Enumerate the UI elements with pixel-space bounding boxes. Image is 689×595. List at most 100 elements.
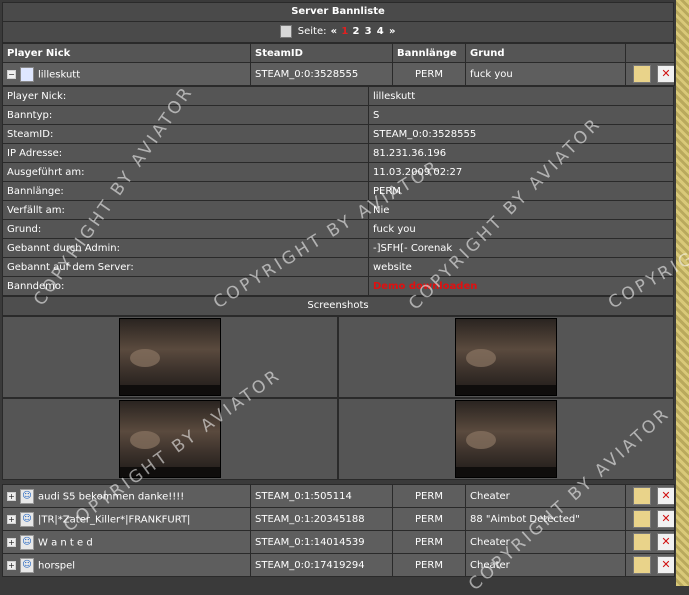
detail-value: lilleskutt	[368, 86, 674, 106]
player-nick: W a n t e d	[38, 537, 93, 548]
pager-current: 1	[341, 26, 349, 37]
detail-row: Grund: fuck you	[2, 219, 674, 239]
detail-label: Bannlänge:	[2, 181, 369, 201]
col-steamid[interactable]: SteamID	[250, 43, 393, 63]
screenshot-thumbnail[interactable]	[455, 318, 557, 396]
delete-icon[interactable]: ✕	[657, 533, 674, 551]
plus-icon[interactable]: +	[7, 560, 16, 570]
game-icon: ☺	[20, 488, 34, 504]
edit-icon[interactable]	[633, 65, 651, 83]
player-icon	[20, 66, 34, 82]
detail-row: Ausgeführt am: 11.03.2009 02:27	[2, 162, 674, 182]
ban-reason: fuck you	[465, 62, 626, 86]
game-icon: ☺	[20, 534, 34, 550]
detail-row: SteamID: STEAM_0:0:3528555	[2, 124, 674, 144]
detail-value: -]SFH[- Corenak	[368, 238, 674, 258]
ban-reason: 88 "Aimbot Detected"	[465, 507, 626, 531]
banlist-panel: Server Bannliste Seite: « 1 2 3 4 » Play…	[2, 2, 675, 577]
screenshots-grid	[2, 316, 674, 480]
detail-row: IP Adresse: 81.231.36.196	[2, 143, 674, 163]
pager-prev[interactable]: «	[331, 26, 337, 37]
col-grund[interactable]: Grund	[465, 43, 626, 63]
col-actions	[625, 43, 675, 63]
edit-icon[interactable]	[633, 556, 651, 574]
detail-label: Banntyp:	[2, 105, 369, 125]
ban-length: PERM	[392, 553, 466, 577]
detail-value: website	[368, 257, 674, 277]
ban-reason: Cheater	[465, 530, 626, 554]
ban-reason: Cheater	[465, 553, 626, 577]
delete-icon[interactable]: ✕	[657, 487, 674, 505]
steamid: STEAM_0:0:17419294	[250, 553, 393, 577]
pager-page-2[interactable]: 2	[352, 26, 359, 37]
steamid: STEAM_0:1:505114	[250, 484, 393, 508]
detail-value: S	[368, 105, 674, 125]
detail-row: Banndemo: Demo downloaden	[2, 276, 674, 296]
detail-row: Gebannt auf dem Server: website	[2, 257, 674, 277]
detail-label: SteamID:	[2, 124, 369, 144]
steamid: STEAM_0:1:20345188	[250, 507, 393, 531]
detail-label: Verfällt am:	[2, 200, 369, 220]
detail-label: Grund:	[2, 219, 369, 239]
page-icon	[279, 24, 292, 38]
minus-icon[interactable]: −	[7, 69, 16, 79]
page-title: Server Bannliste	[2, 2, 674, 22]
ban-length: PERM	[392, 530, 466, 554]
ban-reason: Cheater	[465, 484, 626, 508]
delete-icon[interactable]: ✕	[657, 556, 674, 574]
detail-value: fuck you	[368, 219, 674, 239]
ban-length: PERM	[392, 507, 466, 531]
edit-icon[interactable]	[633, 487, 651, 505]
detail-row: Banntyp: S	[2, 105, 674, 125]
detail-value[interactable]: Demo downloaden	[368, 276, 674, 296]
screenshot-thumbnail[interactable]	[119, 400, 221, 478]
ban-length: PERM	[392, 484, 466, 508]
table-row[interactable]: + ☺ |TR|*Zater_Killer*|FRANKFURT| STEAM_0:1…	[2, 507, 675, 531]
table-row[interactable]: + ☺ horspel STEAM_0:0:17419294 PERM Cheater ✕	[2, 553, 675, 577]
ban-detail-table: Player Nick: lilleskutt Banntyp: S SteamID: S…	[2, 86, 674, 296]
edit-icon[interactable]	[633, 533, 651, 551]
detail-value: STEAM_0:0:3528555	[368, 124, 674, 144]
screenshot-thumbnail[interactable]	[455, 400, 557, 478]
table-row[interactable]: + ☺ W a n t e d STEAM_0:1:14014539 PERM Cheat…	[2, 530, 675, 554]
screenshot-thumbnail[interactable]	[119, 318, 221, 396]
col-player-nick[interactable]: Player Nick	[2, 43, 251, 63]
plus-icon[interactable]: +	[7, 537, 16, 547]
ban-length: PERM	[392, 62, 466, 86]
detail-label: IP Adresse:	[2, 143, 369, 163]
detail-row: Bannlänge: PERM	[2, 181, 674, 201]
detail-label: Gebannt auf dem Server:	[2, 257, 369, 277]
detail-row: Player Nick: lilleskutt	[2, 86, 674, 106]
table-row-expanded[interactable]: − lilleskutt STEAM_0:0:3528555 PERM fuck …	[2, 62, 675, 86]
delete-icon[interactable]: ✕	[657, 510, 674, 528]
detail-label: Banndemo:	[2, 276, 369, 296]
detail-row: Verfällt am: Nie	[2, 200, 674, 220]
plus-icon[interactable]: +	[7, 514, 16, 524]
plus-icon[interactable]: +	[7, 491, 16, 501]
detail-value: 11.03.2009 02:27	[368, 162, 674, 182]
pager-page-3[interactable]: 3	[365, 26, 372, 37]
pager-label: Seite:	[297, 26, 327, 37]
table-row[interactable]: + ☺ audi S5 bekommen danke!!!! STEAM_0:1:50…	[2, 484, 675, 508]
detail-value: PERM	[368, 181, 674, 201]
edit-icon[interactable]	[633, 510, 651, 528]
background-pattern-strip	[676, 0, 689, 586]
player-nick: horspel	[38, 560, 76, 571]
player-nick: audi S5 bekommen danke!!!!	[38, 491, 185, 502]
detail-value: 81.231.36.196	[368, 143, 674, 163]
steamid: STEAM_0:0:3528555	[250, 62, 393, 86]
steamid: STEAM_0:1:14014539	[250, 530, 393, 554]
pager-next[interactable]: »	[389, 26, 395, 37]
detail-label: Ausgeführt am:	[2, 162, 369, 182]
screenshots-header: Screenshots	[2, 296, 674, 316]
ban-table-header: Player Nick SteamID Bannlänge Grund − lil…	[2, 43, 675, 86]
detail-label: Player Nick:	[2, 86, 369, 106]
detail-label: Gebannt durch Admin:	[2, 238, 369, 258]
player-nick: |TR|*Zater_Killer*|FRANKFURT|	[38, 514, 191, 525]
col-bannlaenge[interactable]: Bannlänge	[392, 43, 466, 63]
delete-icon[interactable]: ✕	[657, 65, 674, 83]
pagination: Seite: « 1 2 3 4 »	[2, 22, 674, 43]
pager-page-4[interactable]: 4	[377, 26, 384, 37]
game-icon: ☺	[20, 557, 34, 573]
detail-value: Nie	[368, 200, 674, 220]
